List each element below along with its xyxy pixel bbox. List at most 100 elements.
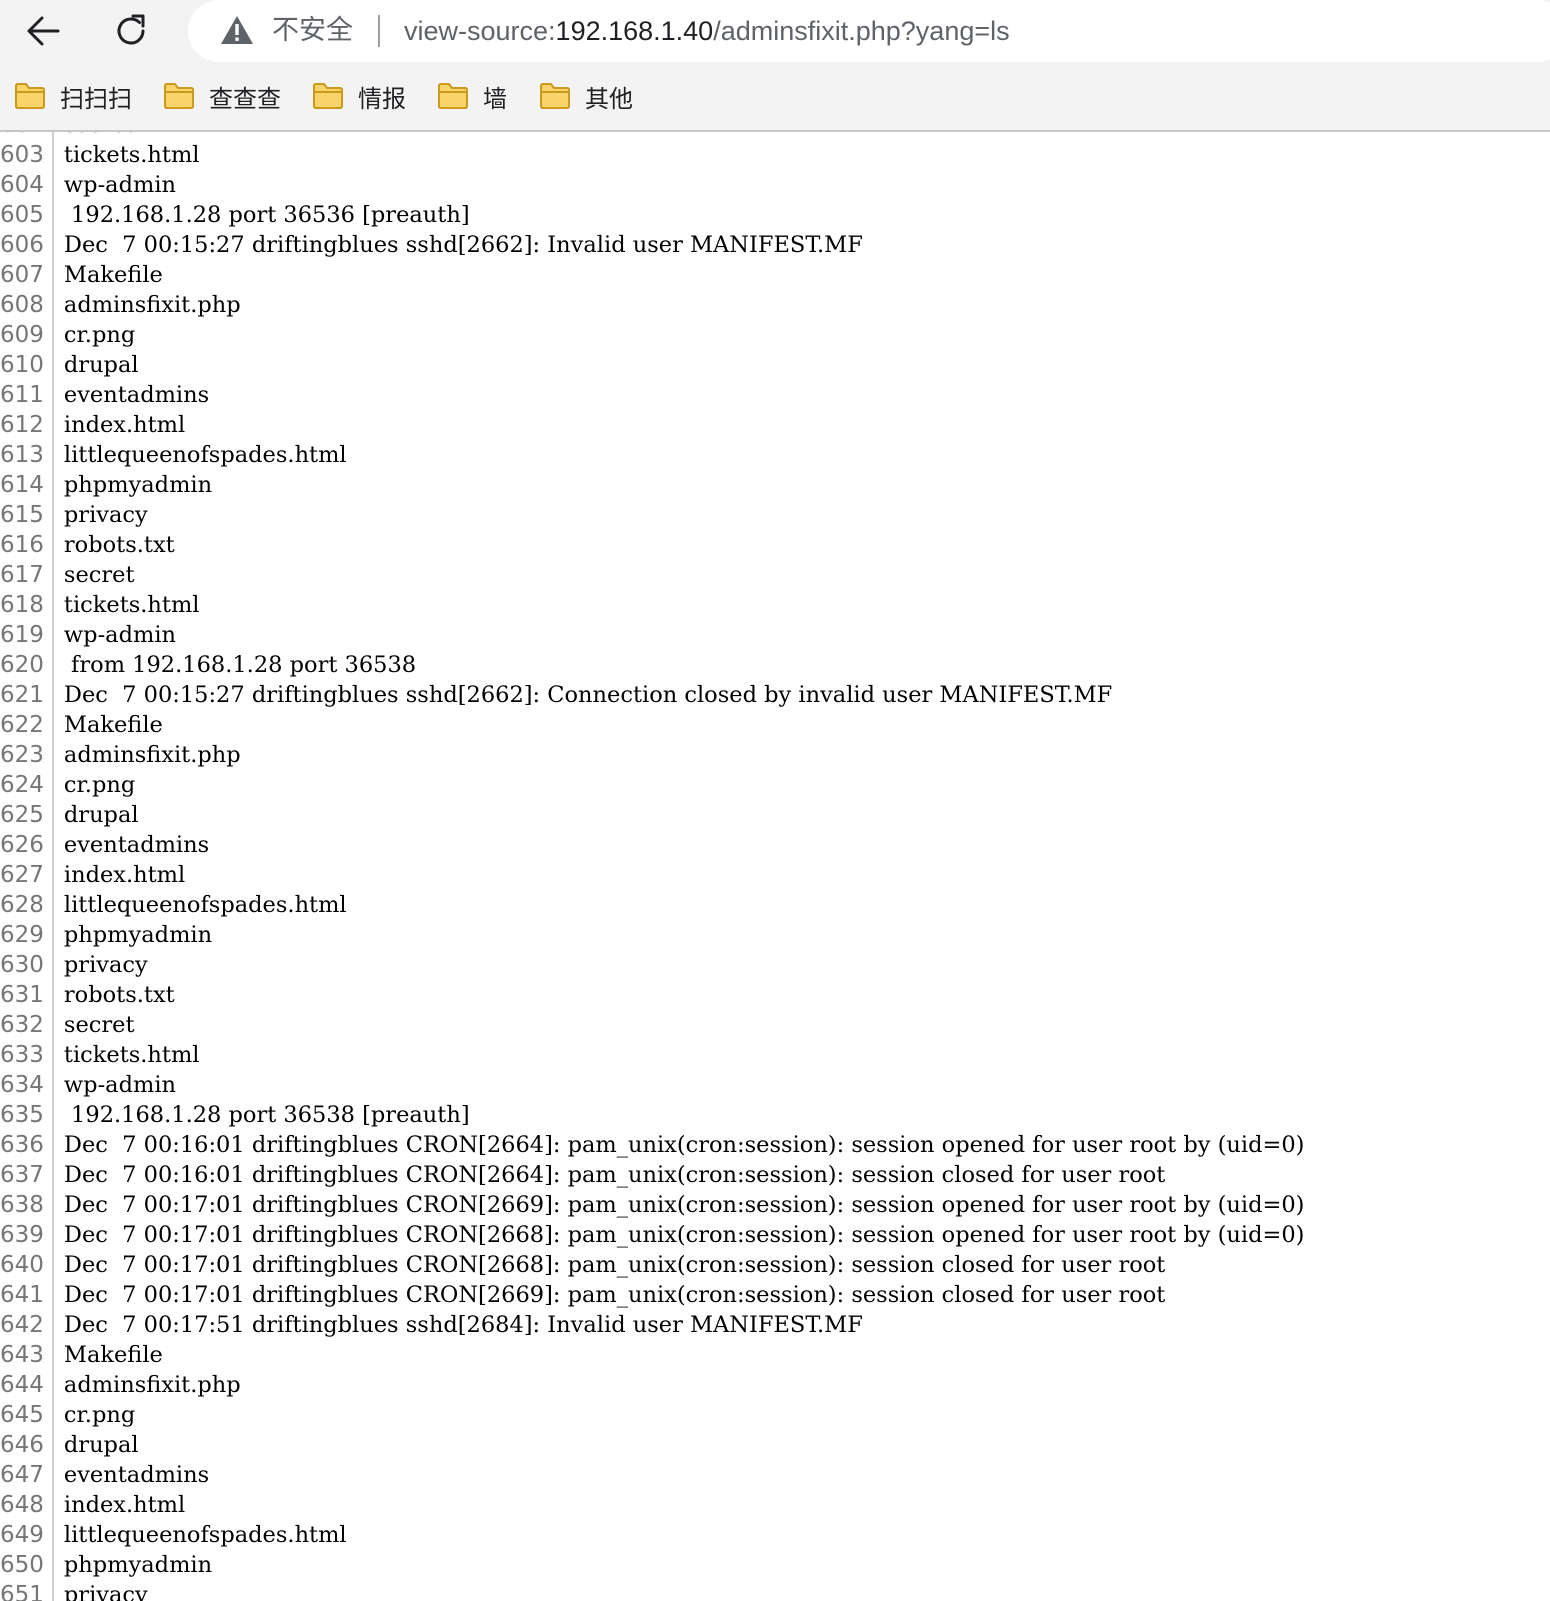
- line-number: 614: [0, 470, 54, 500]
- line-content: tickets.html: [63, 592, 200, 618]
- line-number: 609: [0, 320, 54, 350]
- line-number: 646: [0, 1430, 54, 1460]
- line-number: 617: [0, 560, 54, 590]
- source-line: 625 drupal: [0, 800, 1304, 830]
- bookmark-folder-2[interactable]: 情报: [312, 78, 406, 114]
- line-content: Dec 7 00:17:01 driftingblues CRON[2668]:…: [63, 1222, 1305, 1248]
- bookmark-label: 其他: [585, 84, 633, 113]
- line-number: 623: [0, 740, 54, 770]
- line-content: Makefile: [63, 712, 163, 738]
- line-content: Dec 7 00:17:01 driftingblues CRON[2669]:…: [63, 1192, 1305, 1218]
- source-line: 615 privacy: [0, 500, 1304, 530]
- bookmark-label: 查查查: [209, 84, 281, 113]
- back-button[interactable]: [20, 8, 66, 54]
- line-content: littlequeenofspades.html: [63, 1522, 347, 1548]
- line-content: index.html: [63, 862, 186, 888]
- bookmark-folder-3[interactable]: 墙: [437, 78, 507, 114]
- line-number: 610: [0, 350, 54, 380]
- source-lines: 602secret603tickets.html604wp-admin605 1…: [0, 132, 1304, 1601]
- source-line: 633 tickets.html: [0, 1040, 1304, 1070]
- bookmark-folder-1[interactable]: 查查查: [163, 78, 281, 114]
- source-line: 637 Dec 7 00:16:01 driftingblues CRON[266…: [0, 1160, 1304, 1190]
- source-line: 649 littlequeenofspades.html: [0, 1520, 1304, 1550]
- source-line: 603 tickets.html: [0, 140, 1304, 170]
- line-number: 645: [0, 1400, 54, 1430]
- line-content: cr.png: [63, 322, 136, 348]
- line-content: cr.png: [63, 1402, 136, 1428]
- source-line: 623 adminsfixit.php: [0, 740, 1304, 770]
- view-source-content[interactable]: 602secret603tickets.html604wp-admin605 1…: [0, 132, 1550, 1601]
- reload-button[interactable]: [108, 8, 154, 54]
- source-line: 613 littlequeenofspades.html: [0, 440, 1304, 470]
- line-number: 642: [0, 1310, 54, 1340]
- line-number: 625: [0, 800, 54, 830]
- line-number: 637: [0, 1160, 54, 1190]
- source-line: 648 index.html: [0, 1490, 1304, 1520]
- browser-toolbar: 不安全 view-source:192.168.1.40/adminsfixit…: [0, 0, 1550, 62]
- line-content: littlequeenofspades.html: [63, 442, 347, 468]
- source-line: 646 drupal: [0, 1430, 1304, 1460]
- line-number: 615: [0, 500, 54, 530]
- line-number: 629: [0, 920, 54, 950]
- line-number: 607: [0, 260, 54, 290]
- line-content: index.html: [63, 1492, 186, 1518]
- line-content: Dec 7 00:17:01 driftingblues CRON[2669]:…: [63, 1282, 1166, 1308]
- line-number: 641: [0, 1280, 54, 1310]
- line-number: 604: [0, 170, 54, 200]
- line-content: secret: [63, 562, 135, 588]
- line-content: robots.txt: [63, 982, 175, 1008]
- url-text[interactable]: view-source:192.168.1.40/adminsfixit.php…: [404, 13, 1010, 49]
- source-line: 630 privacy: [0, 950, 1304, 980]
- line-content: eventadmins: [63, 832, 210, 858]
- source-line: 626 eventadmins: [0, 830, 1304, 860]
- back-arrow-icon: [27, 16, 60, 46]
- source-line: 641 Dec 7 00:17:01 driftingblues CRON[266…: [0, 1280, 1304, 1310]
- line-content: Dec 7 00:16:01 driftingblues CRON[2664]:…: [63, 1132, 1305, 1158]
- source-line: 651 privacy: [0, 1580, 1304, 1601]
- line-content: eventadmins: [63, 382, 210, 408]
- line-content: 192.168.1.28 port 36536 [preauth]: [63, 202, 470, 228]
- line-content: adminsfixit.php: [63, 292, 241, 318]
- source-line: 602secret: [0, 132, 1304, 140]
- security-status-label[interactable]: 不安全: [272, 13, 353, 49]
- line-content: cr.png: [63, 772, 136, 798]
- line-number: 616: [0, 530, 54, 560]
- url-host: 192.168.1.40: [555, 16, 714, 46]
- folder-icon: [313, 83, 343, 109]
- line-content: tickets.html: [63, 1042, 200, 1068]
- line-number: 622: [0, 710, 54, 740]
- source-line: 617 secret: [0, 560, 1304, 590]
- source-line: 634 wp-admin: [0, 1070, 1304, 1100]
- line-number: 647: [0, 1460, 54, 1490]
- line-content: Dec 7 00:17:01 driftingblues CRON[2668]:…: [63, 1252, 1166, 1278]
- bookmark-folder-4[interactable]: 其他: [539, 78, 633, 114]
- line-number: 627: [0, 860, 54, 890]
- line-content: secret: [63, 1012, 135, 1038]
- folder-icon: [15, 83, 45, 109]
- line-number: 631: [0, 980, 54, 1010]
- address-bar[interactable]: 不安全 view-source:192.168.1.40/adminsfixit…: [188, 0, 1550, 62]
- line-content: adminsfixit.php: [63, 742, 241, 768]
- line-content: secret: [53, 132, 1305, 140]
- line-content: phpmyadmin: [63, 922, 213, 948]
- source-line: 606 Dec 7 00:15:27 driftingblues sshd[266…: [0, 230, 1304, 260]
- source-line: 605 192.168.1.28 port 36536 [preauth]: [0, 200, 1304, 230]
- source-line: 631 robots.txt: [0, 980, 1304, 1010]
- line-number: 634: [0, 1070, 54, 1100]
- source-line: 627 index.html: [0, 860, 1304, 890]
- line-number: 643: [0, 1340, 54, 1370]
- source-line: 643 Makefile: [0, 1340, 1304, 1370]
- line-number: 605: [0, 200, 54, 230]
- line-content: Dec 7 00:16:01 driftingblues CRON[2664]:…: [63, 1162, 1166, 1188]
- source-line: 610 drupal: [0, 350, 1304, 380]
- warning-triangle-icon[interactable]: [220, 14, 254, 46]
- folder-icon: [438, 83, 468, 109]
- source-line: 619 wp-admin: [0, 620, 1304, 650]
- bookmark-label: 扫扫扫: [60, 84, 132, 113]
- url-path: /adminsfixit.php?yang=ls: [713, 16, 1010, 46]
- bookmark-folder-0[interactable]: 扫扫扫: [14, 78, 132, 114]
- line-number: 640: [0, 1250, 54, 1280]
- source-line: 612 index.html: [0, 410, 1304, 440]
- line-number: 624: [0, 770, 54, 800]
- source-line: 639 Dec 7 00:17:01 driftingblues CRON[266…: [0, 1220, 1304, 1250]
